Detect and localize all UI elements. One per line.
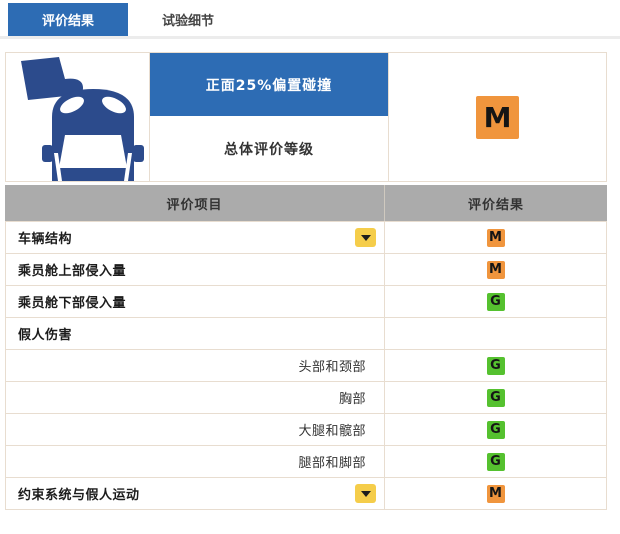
small-overlap-crash-icon: [21, 57, 144, 181]
item-cell: 大腿和髋部: [6, 414, 385, 445]
table-row: 大腿和髋部 G: [6, 414, 606, 446]
tab-test-details[interactable]: 试验细节: [128, 3, 248, 36]
item-cell: 腿部和脚部: [6, 446, 385, 477]
result-cell: [385, 318, 606, 349]
table-rows: 车辆结构 M 乘员舱上部侵入量 M 乘员舱下部侵入量 G 假人伤害 头部和颈部 G 胸部 G 大腿和髋…: [5, 221, 607, 510]
result-cell: M: [385, 478, 606, 509]
grade-badge: G: [486, 388, 505, 407]
row-label: 大腿和髋部: [298, 424, 366, 439]
item-cell: 乘员舱上部侵入量: [6, 254, 385, 285]
result-cell: M: [385, 222, 606, 253]
table-row: 胸部 G: [6, 382, 606, 414]
result-cell: G: [385, 446, 606, 477]
grade-badge: M: [486, 260, 505, 279]
table-row: 乘员舱上部侵入量 M: [6, 254, 606, 286]
table-row: 头部和颈部 G: [6, 350, 606, 382]
table-header-row: 评价项目 评价结果: [5, 185, 607, 221]
expand-row-button[interactable]: [355, 228, 376, 247]
row-label: 腿部和脚部: [298, 456, 366, 471]
item-cell: 胸部: [6, 382, 385, 413]
table-row: 乘员舱下部侵入量 G: [6, 286, 606, 318]
grade-badge: G: [486, 452, 505, 471]
grade-badge: G: [486, 420, 505, 439]
crash-icon-cell: [6, 53, 150, 181]
expand-row-button[interactable]: [355, 484, 376, 503]
test-name-banner: 正面25%偏置碰撞: [150, 53, 388, 116]
result-cell: G: [385, 350, 606, 381]
item-cell: 车辆结构: [6, 222, 385, 253]
table-row: 约束系统与假人运动 M: [6, 478, 606, 510]
grade-badge: G: [486, 356, 505, 375]
table-row: 腿部和脚部 G: [6, 446, 606, 478]
result-cell: G: [385, 414, 606, 445]
summary-section: 正面25%偏置碰撞 总体评价等级 M: [5, 52, 607, 182]
chevron-down-icon: [360, 234, 371, 241]
row-label: 约束系统与假人运动: [18, 488, 140, 503]
grade-badge: M: [486, 484, 505, 503]
tab-bar: 评价结果 试验细节: [0, 0, 620, 39]
evaluation-result-panel: 正面25%偏置碰撞 总体评价等级 M 评价项目 评价结果 车辆结构 M 乘员舱上部侵…: [5, 52, 607, 510]
item-cell: 约束系统与假人运动: [6, 478, 385, 509]
overall-grade-label: 总体评价等级: [224, 141, 314, 158]
chevron-down-icon: [360, 490, 371, 497]
table-row: 假人伤害: [6, 318, 606, 350]
row-label: 乘员舱下部侵入量: [18, 296, 127, 311]
column-header-result: 评价结果: [467, 197, 524, 213]
test-info-cell: 正面25%偏置碰撞 总体评价等级: [150, 53, 389, 181]
row-label: 胸部: [338, 392, 366, 407]
column-header-item: 评价项目: [5, 185, 385, 221]
table-row: 车辆结构 M: [6, 222, 606, 254]
row-label: 假人伤害: [18, 328, 73, 343]
row-label: 车辆结构: [18, 232, 73, 247]
item-cell: 头部和颈部: [6, 350, 385, 381]
result-cell: G: [385, 286, 606, 317]
item-cell: 乘员舱下部侵入量: [6, 286, 385, 317]
result-cell: M: [385, 254, 606, 285]
overall-grade-badge: M: [476, 95, 519, 139]
row-label: 头部和颈部: [298, 360, 366, 375]
tab-evaluation-results[interactable]: 评价结果: [8, 3, 128, 36]
item-cell: 假人伤害: [6, 318, 385, 349]
result-cell: G: [385, 382, 606, 413]
overall-grade-cell: M: [389, 53, 606, 181]
row-label: 乘员舱上部侵入量: [18, 264, 127, 279]
grade-badge: M: [486, 228, 505, 247]
grade-badge: G: [486, 292, 505, 311]
